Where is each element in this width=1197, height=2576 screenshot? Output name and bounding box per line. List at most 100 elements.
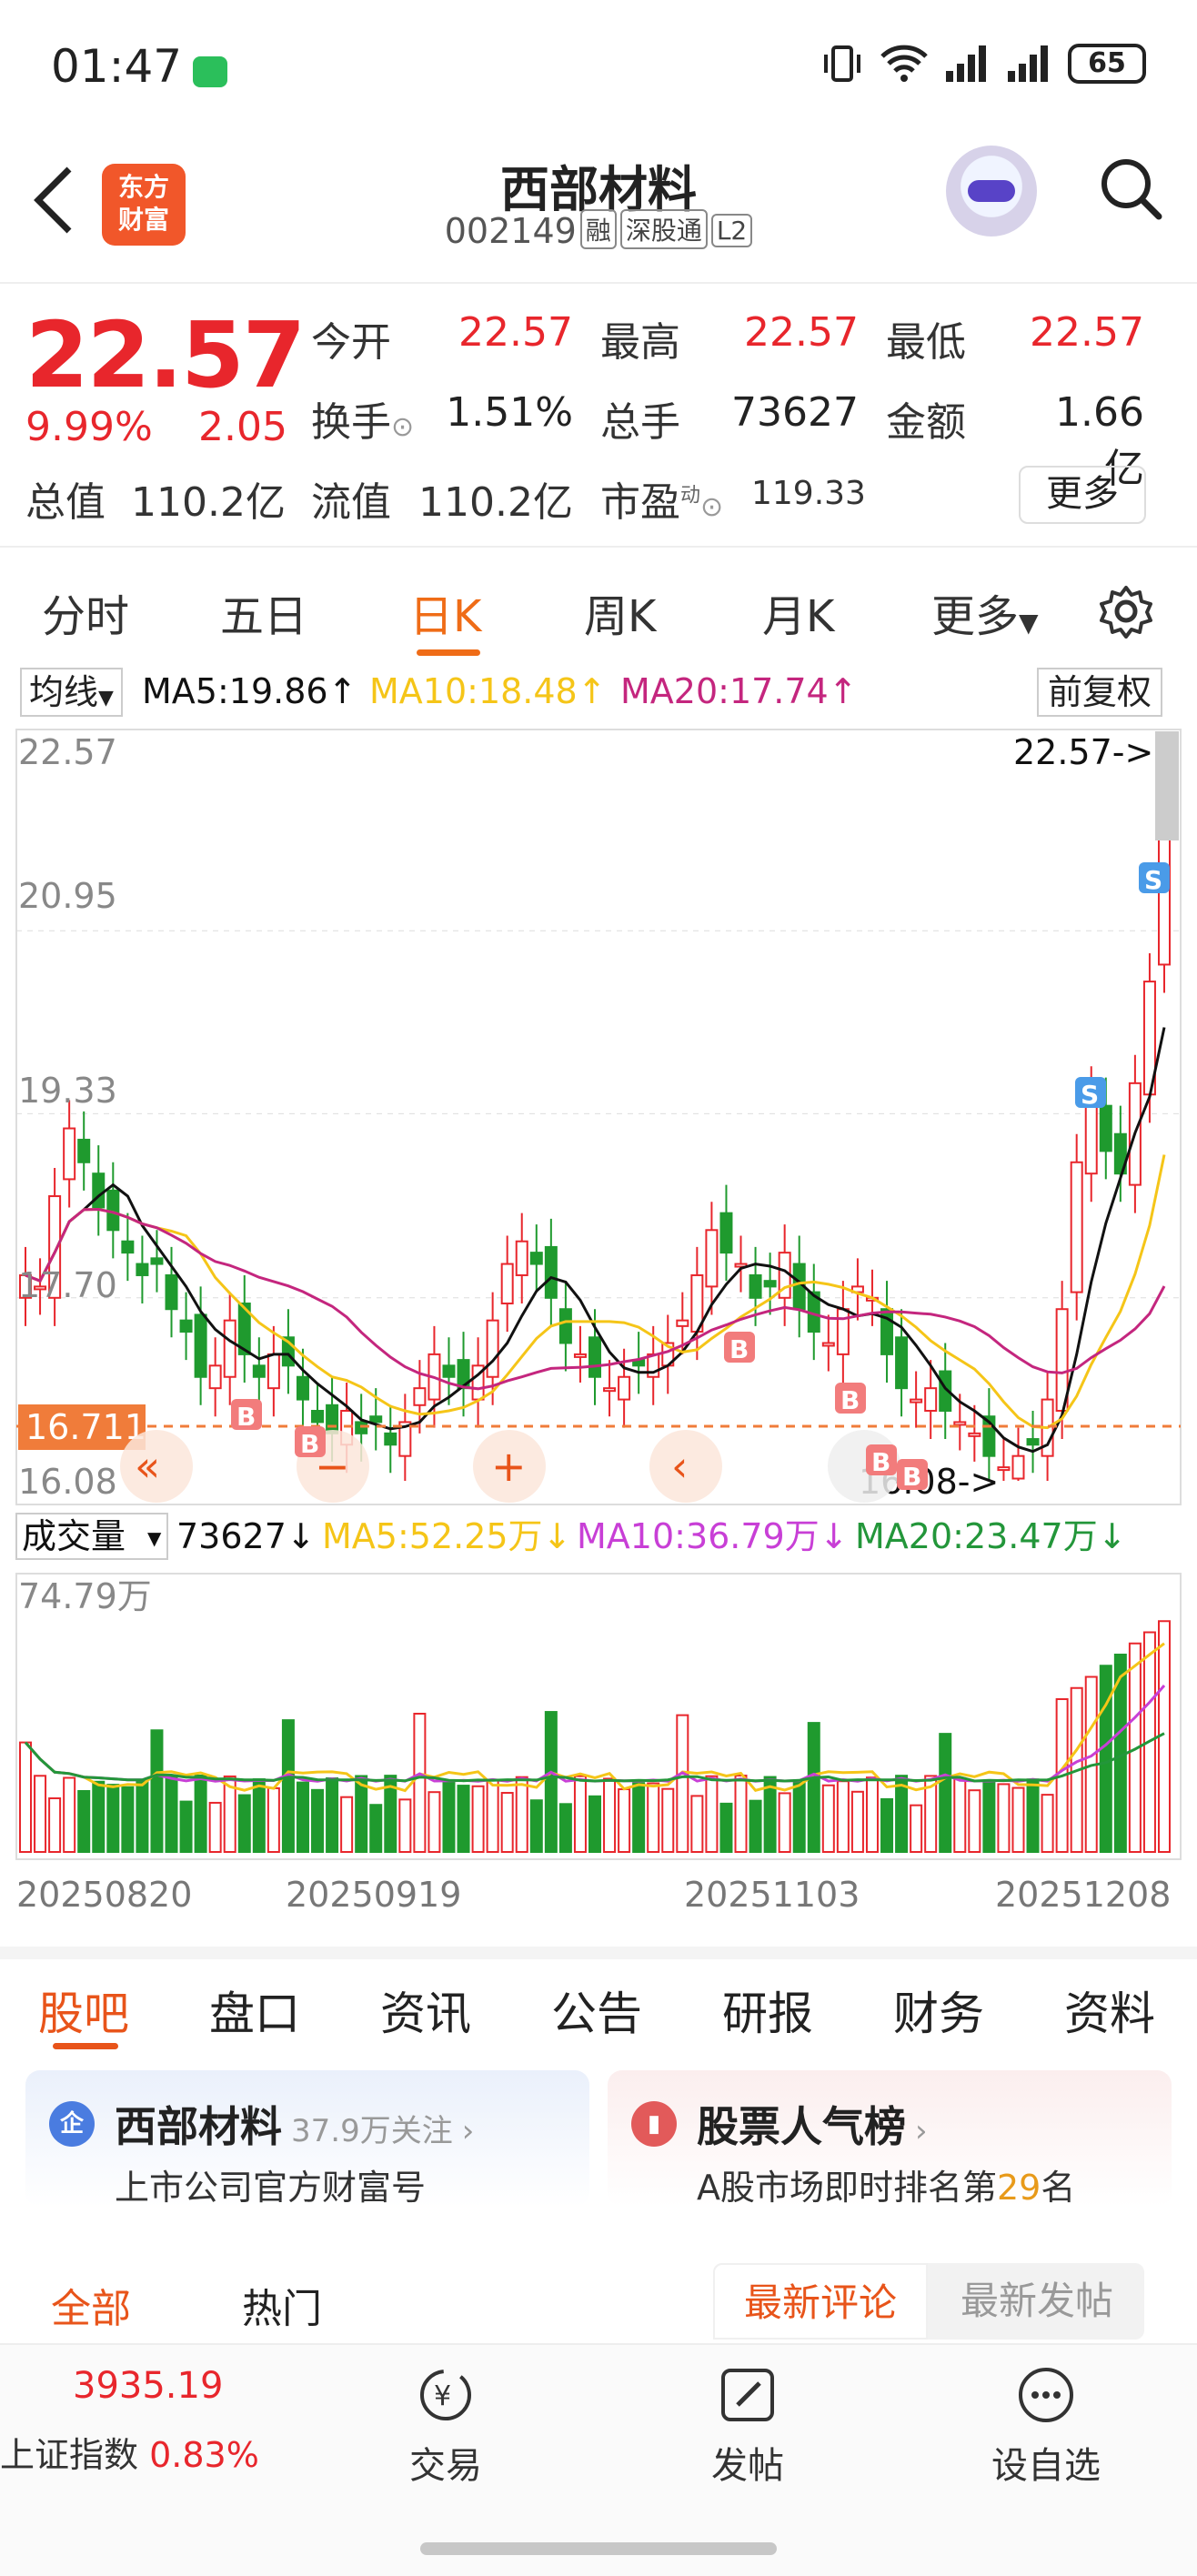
status-time: 01:47: [51, 40, 183, 93]
turnover-label-text: 换手: [311, 399, 391, 446]
current-price-text: 16.711: [25, 1407, 146, 1447]
volume-bar: [63, 1776, 76, 1854]
sort-latest-comment[interactable]: 最新评论: [713, 2263, 928, 2340]
company-account-card[interactable]: 企 西部材料 37.9万关注 › 上市公司官方财富号: [25, 2070, 589, 2208]
volume-header: 成交量 ▼ 73627↓ MA5:52.25万↓ MA10:36.79万↓ MA…: [15, 1513, 1127, 1560]
assistant-avatar[interactable]: [946, 146, 1037, 236]
volume-bar: [1026, 1778, 1040, 1853]
tab-research[interactable]: 研报: [722, 1977, 813, 2043]
candle-body: [676, 1319, 689, 1327]
last-price: 22.57: [25, 302, 306, 408]
candle-body: [763, 1280, 777, 1288]
volume-bar: [92, 1780, 106, 1854]
float-cap-value: 110.2亿: [418, 479, 573, 526]
tab-announcements[interactable]: 公告: [551, 1977, 642, 2043]
high-value: 22.57: [744, 309, 859, 356]
pe-value: 119.33: [751, 475, 866, 512]
adjust-selector[interactable]: 前复权: [1037, 668, 1163, 717]
kline-chart[interactable]: 22.57 20.95 19.33 17.70 16.08 22.57-> 16…: [0, 724, 1197, 1952]
trade-label: 交易: [409, 2445, 482, 2487]
ma-selector-label: 均线: [29, 672, 99, 712]
volume-bar: [910, 1804, 923, 1854]
filter-hot[interactable]: 热门: [242, 2276, 322, 2334]
badge-connect: 深股通: [619, 209, 708, 249]
post-button[interactable]: 发帖: [657, 2363, 839, 2489]
volume-bar: [252, 1778, 266, 1853]
tab-daily-k[interactable]: 日K: [409, 580, 481, 644]
volume-bar: [865, 1776, 879, 1854]
candle-body: [749, 1273, 762, 1299]
gear-icon[interactable]: [1099, 584, 1153, 639]
candle-body: [384, 1432, 397, 1446]
dropdown-icon: ▼: [1019, 608, 1039, 638]
x-date-label: 20250919: [286, 1875, 461, 1915]
volume-bar: [121, 1786, 135, 1853]
more-quote-button[interactable]: 更多: [1019, 466, 1146, 524]
candle-body: [618, 1375, 631, 1401]
search-icon[interactable]: [1099, 156, 1162, 220]
tab-guba[interactable]: 股吧: [38, 1977, 129, 2043]
ma10-value: MA10:18.48↑: [369, 671, 607, 711]
candle-body: [150, 1257, 164, 1265]
tab-weekly-k[interactable]: 周K: [584, 580, 656, 644]
tab-news[interactable]: 资讯: [380, 1977, 471, 2043]
tab-5day[interactable]: 五日: [220, 580, 307, 644]
volume-bar: [968, 1789, 981, 1854]
volume-bar: [106, 1784, 120, 1854]
buy-marker-text: B: [236, 1402, 256, 1432]
market-cap-label: 总值: [25, 479, 106, 526]
vol-ma20: MA20:23.47万↓: [855, 1516, 1127, 1556]
trade-button[interactable]: ¥ 交易: [355, 2363, 537, 2489]
candle-body: [1099, 1104, 1112, 1152]
candle-body: [92, 1172, 106, 1209]
volume-bar: [647, 1782, 660, 1854]
volume-max-label: 74.79万: [18, 1576, 152, 1616]
candle-body: [997, 1466, 1011, 1472]
candle-body: [136, 1263, 149, 1276]
post-label: 发帖: [711, 2445, 784, 2487]
volume-bar: [19, 1741, 32, 1853]
turnover-value: 1.51%: [446, 389, 573, 436]
change-percent: 9.99%: [25, 404, 153, 450]
y-tick-label: 16.08: [18, 1462, 117, 1502]
tab-financials[interactable]: 财务: [893, 1977, 984, 2043]
tab-more-periods[interactable]: 更多▼: [931, 580, 1039, 644]
candle-body: [719, 1212, 733, 1254]
kline-chart-area[interactable]: 22.57 20.95 19.33 17.70 16.08 22.57-> 16…: [0, 724, 1197, 1952]
sell-marker-text: S: [1081, 1080, 1099, 1110]
volume-bar: [267, 1786, 280, 1854]
candle-body: [326, 1404, 339, 1434]
candle-body: [267, 1353, 280, 1390]
low-value: 22.57: [1030, 309, 1144, 356]
volume-bar: [573, 1775, 587, 1854]
tab-intraday[interactable]: 分时: [42, 580, 129, 644]
candle-body: [1070, 1161, 1083, 1293]
vol-ma10-line: [24, 1685, 1166, 1783]
double-chevron-left-icon: «: [135, 1442, 160, 1491]
home-indicator[interactable]: [420, 2542, 777, 2555]
candle-body: [500, 1263, 514, 1305]
index-value[interactable]: 3935.19: [73, 2365, 223, 2407]
index-pct: 0.83%: [149, 2435, 259, 2475]
info-icon[interactable]: ⊙: [391, 411, 414, 443]
ma-selector[interactable]: 均线▼: [20, 668, 123, 717]
scroll-indicator[interactable]: [1155, 731, 1179, 840]
candle-body: [558, 1308, 572, 1344]
volume-bar: [500, 1792, 514, 1854]
tab-orderbook[interactable]: 盘口: [209, 1977, 300, 2043]
market-cap-value: 110.2亿: [131, 479, 286, 526]
index-name-row[interactable]: 上证指数 0.83%: [0, 2427, 259, 2477]
add-watchlist-button[interactable]: 设自选: [955, 2363, 1137, 2489]
popularity-card[interactable]: ▮ 股票人气榜 › A股市场即时排名第29名: [608, 2070, 1172, 2208]
buy-marker-text: B: [871, 1447, 890, 1477]
pe-info-icon[interactable]: ⊙: [700, 491, 723, 523]
volume-bar: [136, 1778, 149, 1854]
tab-profile[interactable]: 资料: [1064, 1977, 1155, 2043]
sort-latest-post[interactable]: 最新发帖: [930, 2263, 1144, 2340]
volume-bar: [237, 1794, 251, 1854]
filter-all[interactable]: 全部: [51, 2276, 131, 2334]
tab-monthly-k[interactable]: 月K: [762, 580, 834, 644]
stock-header: 东方 财富 西部材料 002149 融深股通 L2: [0, 136, 1197, 282]
candle-body: [588, 1336, 601, 1378]
y-tick-label: 17.70: [18, 1265, 117, 1305]
